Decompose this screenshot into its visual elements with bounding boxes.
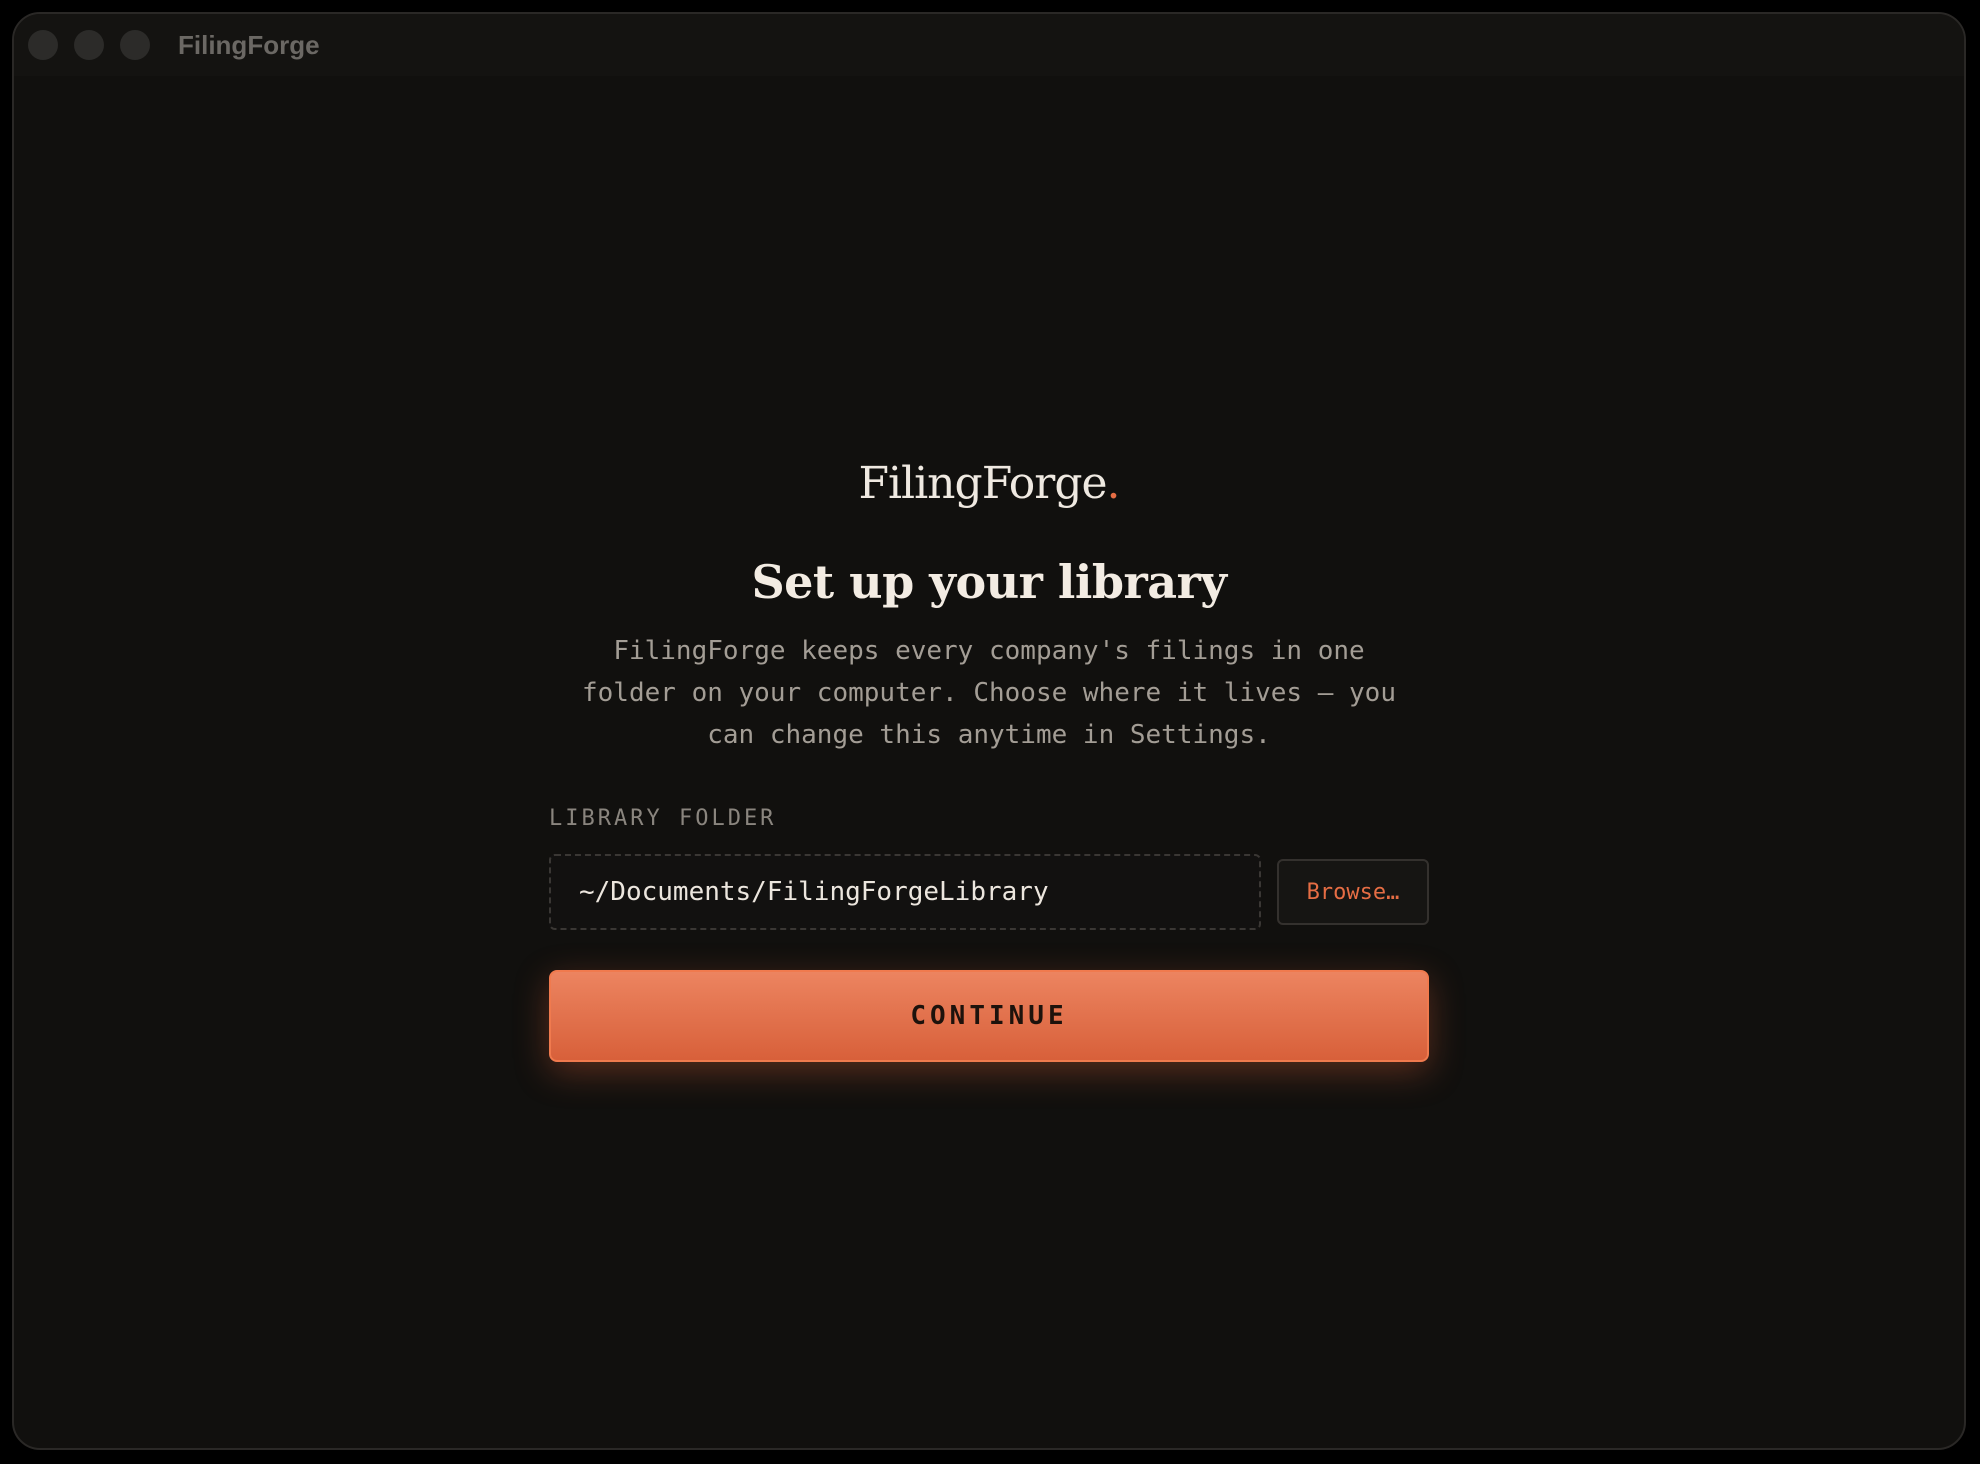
window-controls xyxy=(28,30,150,60)
browse-button[interactable]: Browse… xyxy=(1277,859,1429,925)
continue-button[interactable]: CONTINUE xyxy=(549,970,1429,1062)
brand-dot: . xyxy=(1106,458,1121,509)
brand-name: FilingForge xyxy=(858,458,1107,509)
setup-description: FilingForge keeps every company's filing… xyxy=(582,636,1396,750)
library-form: LIBRARY FOLDER Browse… CONTINUE xyxy=(549,804,1429,1062)
minimize-icon[interactable] xyxy=(74,30,104,60)
library-folder-label: LIBRARY FOLDER xyxy=(549,806,777,831)
library-folder-input[interactable] xyxy=(549,854,1261,930)
window-title: FilingForge xyxy=(178,29,320,60)
app-window: FilingForge FilingForge. Set up your lib… xyxy=(12,12,1966,1450)
page-title: Set up your library xyxy=(751,555,1227,609)
zoom-icon[interactable] xyxy=(120,30,150,60)
close-icon[interactable] xyxy=(28,30,58,60)
setup-panel: FilingForge. Set up your library FilingF… xyxy=(14,454,1964,1062)
library-folder-row: Browse… xyxy=(549,854,1429,930)
title-bar: FilingForge xyxy=(14,14,1964,76)
brand-logo: FilingForge. xyxy=(858,454,1121,514)
